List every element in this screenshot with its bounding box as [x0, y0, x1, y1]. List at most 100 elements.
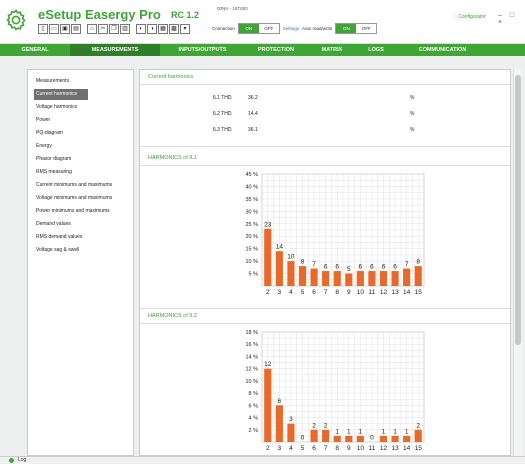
bar-h14	[403, 435, 411, 442]
x-tick-label: 13	[391, 289, 399, 296]
bar-h15	[414, 429, 422, 442]
cut-icon[interactable]: ✂	[98, 24, 108, 34]
sidebar-item-current-harmonics[interactable]: Current harmonics	[34, 89, 88, 100]
x-tick-label: 10	[357, 445, 365, 452]
tab-inputs-outputs[interactable]: INPUTS/OUTPUTS	[160, 44, 245, 56]
y-tick-label: 45 %	[245, 172, 258, 178]
data-label: 6	[393, 264, 397, 271]
data-label: 2	[416, 422, 420, 429]
sidebar-item-rms-demand-values[interactable]: RMS demand values	[34, 232, 82, 243]
sidebar-item-rms-measuring[interactable]: RMS measuring	[34, 167, 72, 178]
dropdown-icon[interactable]: ▾	[180, 24, 190, 34]
sidebar-item-demand-values[interactable]: Demand values	[34, 219, 71, 230]
window-controls[interactable]: – □ ×	[498, 12, 525, 26]
connection-label: Connection	[212, 26, 235, 31]
sidebar-item-energy[interactable]: Energy	[34, 141, 52, 152]
save-icon[interactable]: ▣	[60, 24, 70, 34]
tab-general[interactable]: GENERAL	[0, 44, 70, 56]
sidebar-item-voltage-sag-swell[interactable]: Voltage sag & swell	[34, 245, 79, 256]
data-label: 2	[324, 422, 328, 429]
bar-h10	[356, 435, 364, 442]
data-label: 6	[335, 264, 339, 271]
tab-communication[interactable]: COMMUNICATION	[395, 44, 490, 56]
sidebar-item-power[interactable]: Power	[34, 115, 50, 126]
tab-measurements[interactable]: MEASUREMENTS	[70, 44, 160, 56]
tab-logs[interactable]: LOGS	[357, 44, 395, 56]
bar-h3	[275, 405, 283, 442]
tab-protection[interactable]: PROTECTION	[245, 44, 307, 56]
y-tick-label: 25 %	[245, 222, 258, 228]
read-icon[interactable]: ◐	[136, 24, 146, 34]
x-tick-label: 4	[289, 289, 293, 296]
sidebar-item-power-min-max[interactable]: Power minimums and maximums	[34, 206, 110, 217]
gear-icon	[6, 9, 26, 31]
x-tick-label: 7	[324, 289, 328, 296]
copy-icon[interactable]: ❐	[109, 24, 119, 34]
x-tick-label: 14	[403, 289, 411, 296]
log-label[interactable]: Log	[18, 457, 26, 464]
data-label: 14	[276, 244, 284, 251]
title-bar: eSetup Easergy Pro RC 1.2 00NH - 16T600 …	[0, 0, 525, 44]
scrollbar-thumb[interactable]	[515, 75, 521, 345]
x-tick-label: 6	[312, 289, 316, 296]
connection-on[interactable]: ON	[238, 24, 259, 33]
il3-thd-value: 36.1	[248, 127, 258, 133]
sidebar-item-voltage-harmonics[interactable]: Voltage harmonics	[34, 102, 77, 113]
main-panel: Current harmonics IL1 THD 36.2 % IL2 THD…	[139, 69, 511, 456]
settings-link[interactable]: Settings	[283, 26, 299, 31]
save-as-icon[interactable]: ▤	[71, 24, 81, 34]
toolbar: ▯ ▭ ▣ ▤ ⌂ ✂ ❐ ▥ ◐ ◑ ▦ ▩ ▾	[38, 24, 190, 34]
data-label: 2	[312, 422, 316, 429]
open-file-icon[interactable]: ▭	[49, 24, 59, 34]
chart-il1-title: HARMONICS of IL1	[148, 155, 197, 161]
write-icon[interactable]: ◑	[147, 24, 157, 34]
lock-icon[interactable]: ⌂	[87, 24, 97, 34]
data-label: 0	[301, 435, 305, 442]
autoread-off[interactable]: OFF	[356, 24, 377, 33]
x-tick-label: 5	[301, 289, 305, 296]
sidebar-item-voltage-min-max[interactable]: Voltage minimums and maximums	[34, 193, 112, 204]
bar-h12	[379, 271, 388, 286]
autoread-on[interactable]: ON	[336, 24, 357, 33]
data-label: 1	[405, 428, 409, 435]
device-icon[interactable]: ▦	[158, 24, 168, 34]
bar-h14	[403, 268, 411, 286]
vertical-scrollbar[interactable]	[513, 69, 522, 456]
il1-thd-value: 36.2	[248, 95, 258, 101]
x-tick-label: 3	[278, 289, 282, 296]
paste-icon[interactable]: ▥	[120, 24, 130, 34]
x-tick-label: 10	[357, 289, 365, 296]
connection-off[interactable]: OFF	[258, 24, 279, 33]
data-label: 7	[312, 261, 316, 268]
x-tick-label: 2	[266, 289, 270, 296]
sidebar-item-phasor-diagram[interactable]: Phasor diagram	[34, 154, 71, 165]
x-tick-label: 6	[312, 445, 316, 452]
sidebar-item-current-min-max[interactable]: Current minimums and maximums	[34, 180, 112, 191]
log-status-icon	[9, 458, 14, 463]
sidebar-item-measurements[interactable]: Measurements	[34, 76, 69, 87]
y-tick-label: 15 %	[245, 247, 258, 253]
tab-matrix[interactable]: MATRIX	[307, 44, 357, 56]
data-label: 8	[416, 259, 420, 266]
y-tick-label: 20 %	[245, 234, 258, 240]
new-file-icon[interactable]: ▯	[38, 24, 48, 34]
bar-h15	[414, 266, 422, 286]
x-tick-label: 5	[301, 445, 305, 452]
il3-thd-unit: %	[410, 127, 415, 133]
y-tick-label: 12 %	[245, 367, 258, 373]
bar-h5	[298, 266, 307, 286]
sidebar-item-pq-diagram[interactable]: PQ-diagram	[34, 128, 63, 139]
bar-h2	[264, 228, 272, 286]
il2-thd-unit: %	[410, 111, 415, 117]
print-icon[interactable]: ▩	[169, 24, 179, 34]
data-label: 6	[324, 264, 328, 271]
y-tick-label: 18 %	[245, 330, 258, 336]
autoread-toggle[interactable]: ON OFF	[335, 23, 378, 34]
configurator-link[interactable]: ◌ Configurator	[454, 14, 486, 20]
bar-h12	[379, 435, 388, 442]
y-tick-label: 35 %	[245, 197, 258, 203]
y-tick-label: 10 %	[245, 379, 258, 385]
chart-il2-title: HARMONICS of IL2	[148, 313, 197, 319]
x-tick-label: 9	[347, 289, 351, 296]
connection-toggle[interactable]: ON OFF	[237, 23, 280, 34]
